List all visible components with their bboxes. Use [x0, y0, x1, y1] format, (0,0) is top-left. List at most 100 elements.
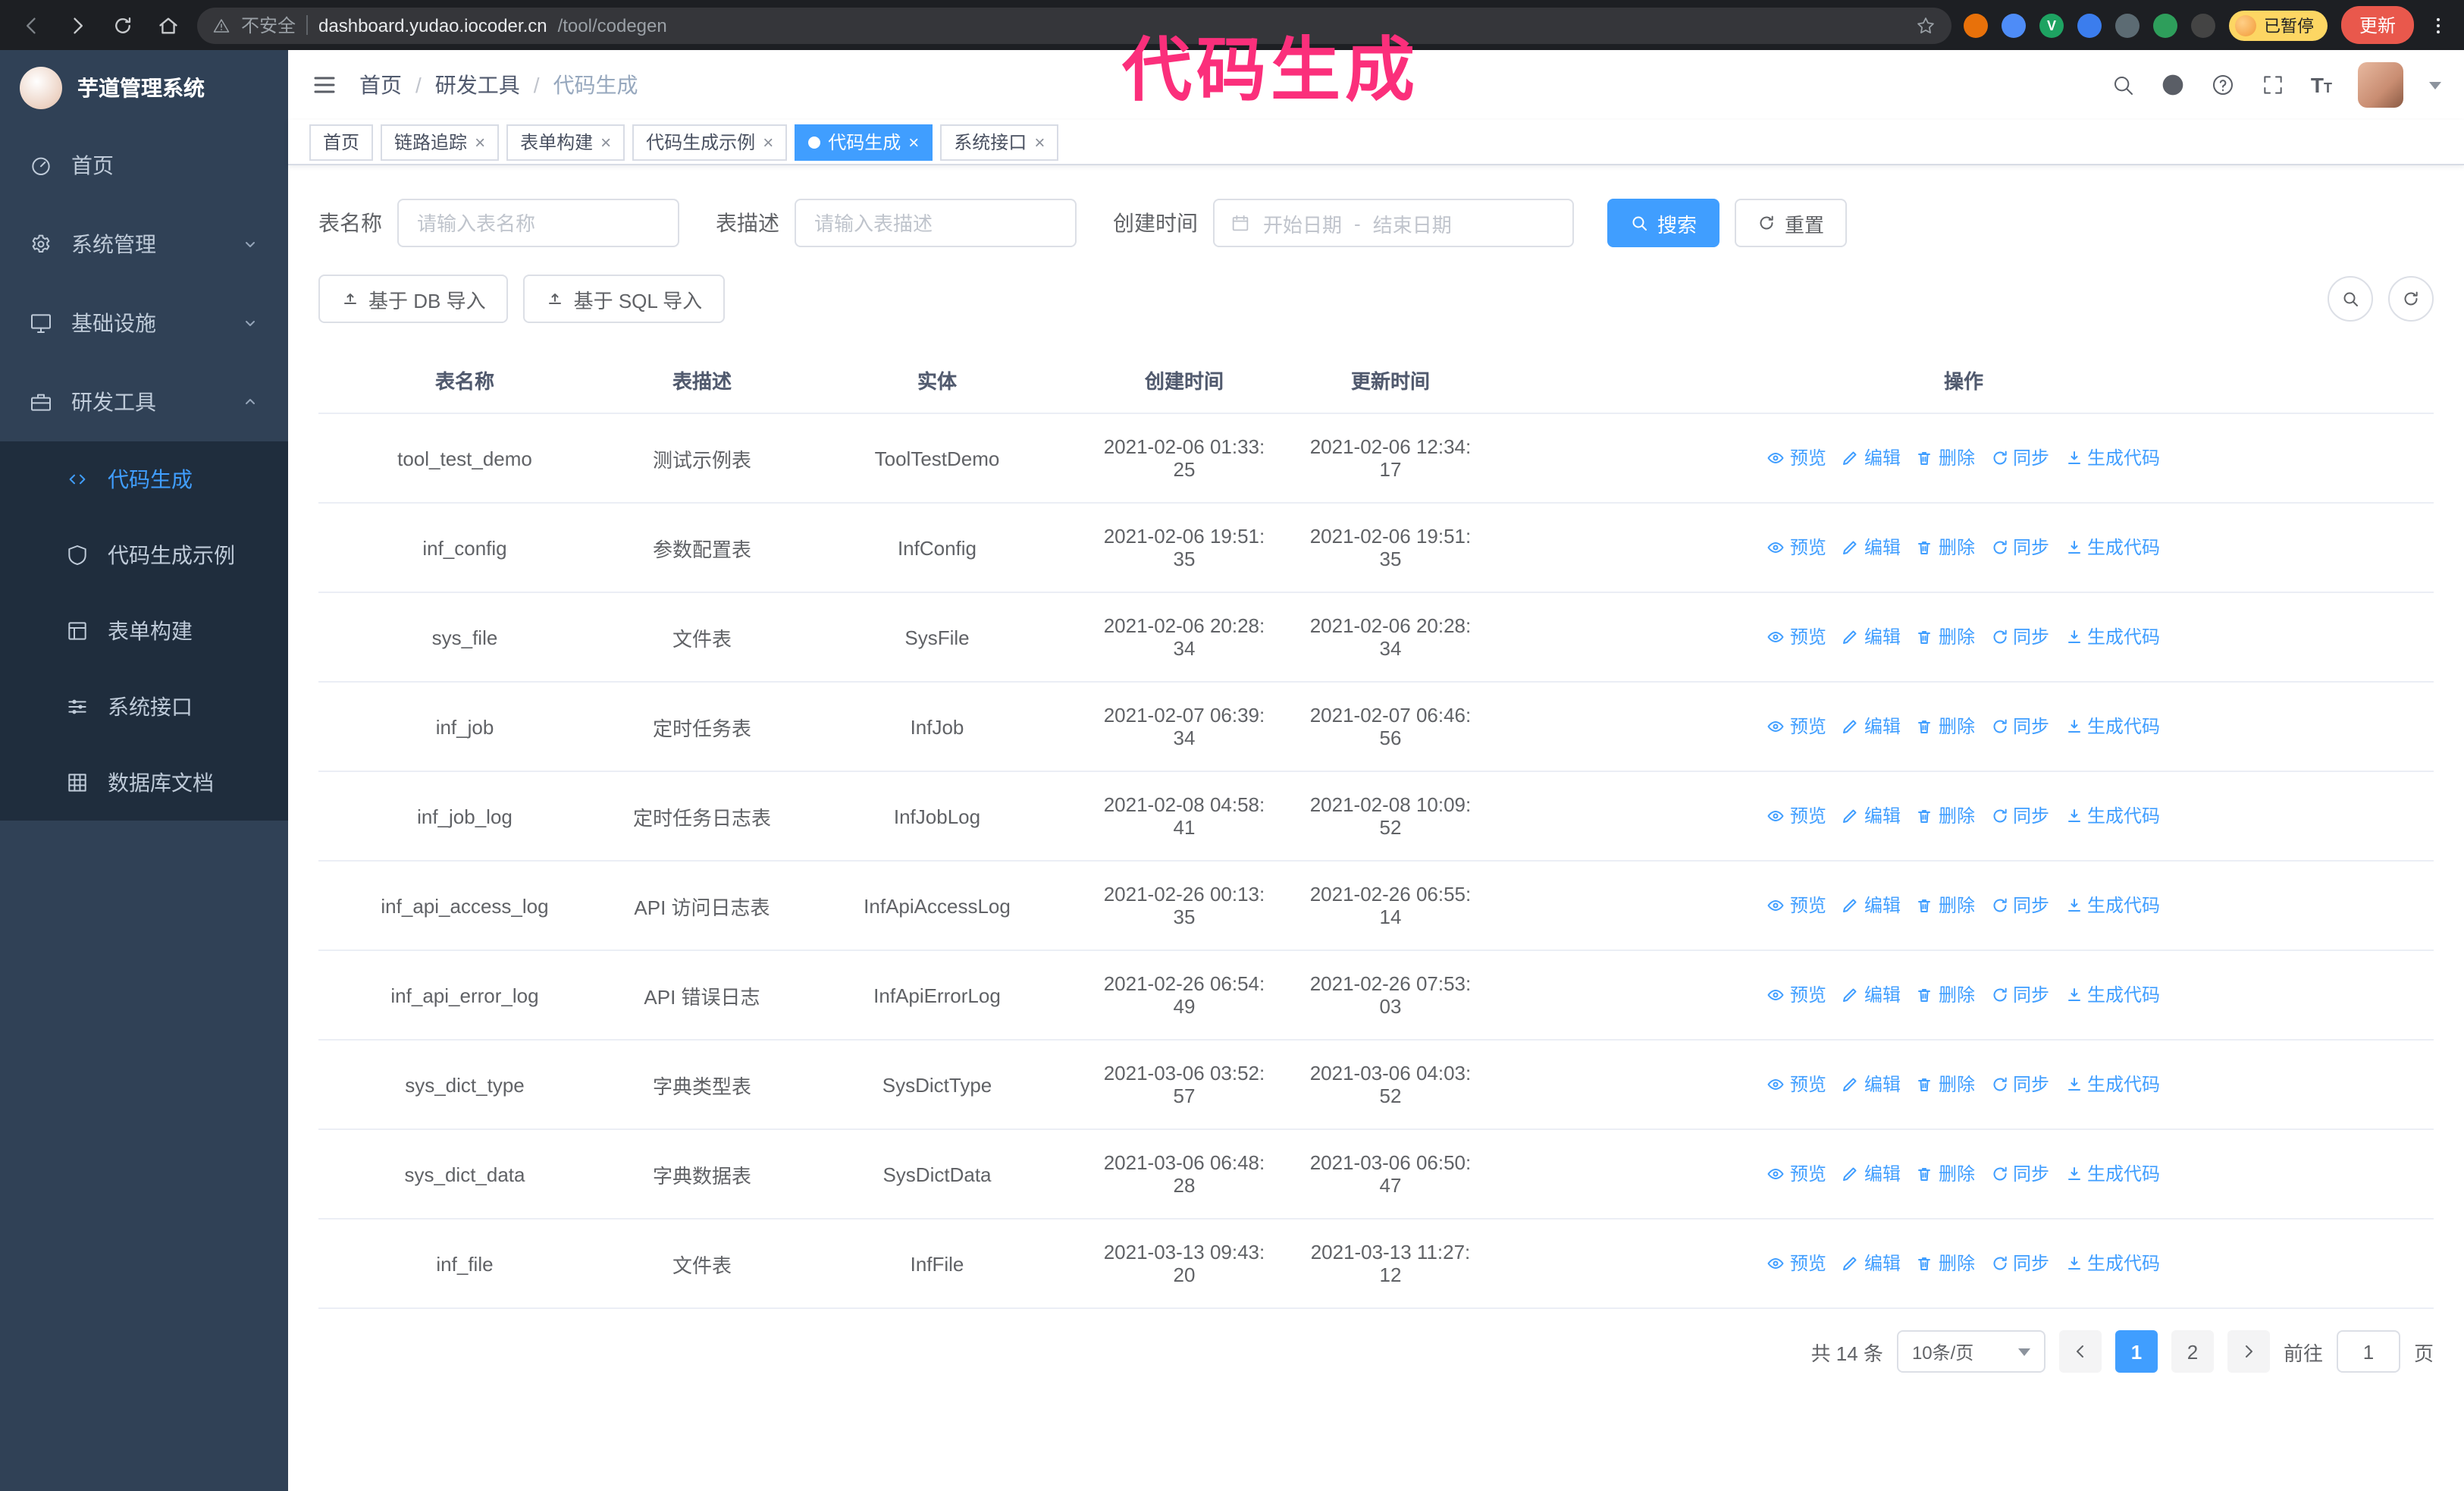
edit-link[interactable]: 编辑: [1842, 714, 1901, 739]
github-icon[interactable]: [2161, 73, 2185, 97]
close-icon[interactable]: ×: [908, 133, 919, 151]
close-icon[interactable]: ×: [600, 133, 611, 151]
edit-link[interactable]: 编辑: [1842, 893, 1901, 918]
toggle-search-button[interactable]: [2328, 276, 2373, 322]
close-icon[interactable]: ×: [763, 133, 773, 151]
preview-link[interactable]: 预览: [1767, 445, 1826, 471]
tag-form-builder[interactable]: 表单构建 ×: [506, 124, 625, 160]
prev-page-button[interactable]: [2058, 1330, 2102, 1373]
avatar[interactable]: [2358, 62, 2403, 108]
edit-link[interactable]: 编辑: [1842, 445, 1901, 471]
sync-link[interactable]: 同步: [1990, 1161, 2049, 1187]
paused-extension-chip[interactable]: 已暂停: [2228, 10, 2328, 40]
generate-code-link[interactable]: 生成代码: [2064, 714, 2160, 739]
preview-link[interactable]: 预览: [1767, 714, 1826, 739]
update-browser-button[interactable]: 更新: [2340, 6, 2414, 44]
hamburger-icon[interactable]: [311, 71, 338, 99]
edit-link[interactable]: 编辑: [1842, 1251, 1901, 1276]
import-sql-button[interactable]: 基于 SQL 导入: [523, 275, 726, 323]
delete-link[interactable]: 删除: [1916, 803, 1975, 829]
extension-icon-green-v[interactable]: V: [2039, 13, 2064, 37]
tag-tracing[interactable]: 链路追踪 ×: [381, 124, 500, 160]
search-button[interactable]: 搜索: [1607, 199, 1720, 247]
sync-link[interactable]: 同步: [1990, 535, 2049, 560]
tag-codegen[interactable]: 代码生成 ×: [795, 124, 933, 160]
extension-icon-orange[interactable]: [1963, 13, 1988, 37]
generate-code-link[interactable]: 生成代码: [2064, 1251, 2160, 1276]
delete-link[interactable]: 删除: [1916, 714, 1975, 739]
table-desc-input[interactable]: [795, 199, 1077, 247]
delete-link[interactable]: 删除: [1916, 893, 1975, 918]
tag-codegen-example[interactable]: 代码生成示例 ×: [632, 124, 788, 160]
extensions-puzzle-icon[interactable]: [2190, 13, 2215, 37]
date-range-picker[interactable]: 开始日期 - 结束日期: [1213, 199, 1574, 247]
page-size-select[interactable]: 10条/页: [1896, 1330, 2045, 1373]
edit-link[interactable]: 编辑: [1842, 982, 1901, 1008]
edit-link[interactable]: 编辑: [1842, 1072, 1901, 1097]
sidebar-item-devtools[interactable]: 研发工具: [0, 363, 288, 441]
preview-link[interactable]: 预览: [1767, 803, 1826, 829]
delete-link[interactable]: 删除: [1916, 1161, 1975, 1187]
tag-home[interactable]: 首页: [309, 124, 374, 160]
preview-link[interactable]: 预览: [1767, 982, 1826, 1008]
preview-link[interactable]: 预览: [1767, 1072, 1826, 1097]
page-button-1[interactable]: 1: [2114, 1330, 2158, 1373]
extension-icon-leaf[interactable]: [2152, 13, 2177, 37]
browser-menu-icon[interactable]: [2428, 14, 2449, 36]
delete-link[interactable]: 删除: [1916, 624, 1975, 650]
font-size-icon[interactable]: TT: [2311, 73, 2332, 97]
sidebar-item-system-api[interactable]: 系统接口: [0, 669, 288, 745]
page-button-2[interactable]: 2: [2171, 1330, 2214, 1373]
sidebar-item-home[interactable]: 首页: [0, 126, 288, 205]
generate-code-link[interactable]: 生成代码: [2064, 535, 2160, 560]
preview-link[interactable]: 预览: [1767, 1251, 1826, 1276]
breadcrumb-home[interactable]: 首页: [359, 70, 402, 100]
breadcrumb-devtools[interactable]: 研发工具: [435, 70, 520, 100]
sidebar-item-system[interactable]: 系统管理: [0, 205, 288, 284]
back-icon[interactable]: [15, 8, 49, 42]
generate-code-link[interactable]: 生成代码: [2064, 1072, 2160, 1097]
help-icon[interactable]: [2211, 73, 2235, 97]
generate-code-link[interactable]: 生成代码: [2064, 893, 2160, 918]
sync-link[interactable]: 同步: [1990, 624, 2049, 650]
tag-system-api[interactable]: 系统接口 ×: [940, 124, 1059, 160]
next-page-button[interactable]: [2227, 1330, 2270, 1373]
edit-link[interactable]: 编辑: [1842, 1161, 1901, 1187]
generate-code-link[interactable]: 生成代码: [2064, 445, 2160, 471]
close-icon[interactable]: ×: [1034, 133, 1045, 151]
preview-link[interactable]: 预览: [1767, 624, 1826, 650]
forward-icon[interactable]: [61, 8, 94, 42]
edit-link[interactable]: 编辑: [1842, 624, 1901, 650]
reset-button[interactable]: 重置: [1735, 199, 1848, 247]
sidebar-item-codegen[interactable]: 代码生成: [0, 441, 288, 517]
generate-code-link[interactable]: 生成代码: [2064, 982, 2160, 1008]
bookmark-star-icon[interactable]: [1915, 14, 1936, 36]
preview-link[interactable]: 预览: [1767, 535, 1826, 560]
address-bar[interactable]: 不安全 dashboard.yudao.iocoder.cn/tool/code…: [197, 7, 1951, 43]
sync-link[interactable]: 同步: [1990, 893, 2049, 918]
delete-link[interactable]: 删除: [1916, 982, 1975, 1008]
chevron-down-icon[interactable]: [2429, 81, 2441, 89]
sync-link[interactable]: 同步: [1990, 714, 2049, 739]
sync-link[interactable]: 同步: [1990, 982, 2049, 1008]
sync-link[interactable]: 同步: [1990, 1251, 2049, 1276]
sidebar-item-infra[interactable]: 基础设施: [0, 284, 288, 363]
sync-link[interactable]: 同步: [1990, 803, 2049, 829]
sync-link[interactable]: 同步: [1990, 1072, 2049, 1097]
fullscreen-icon[interactable]: [2261, 73, 2285, 97]
generate-code-link[interactable]: 生成代码: [2064, 803, 2160, 829]
goto-page-input[interactable]: [2336, 1330, 2400, 1373]
refresh-table-button[interactable]: [2388, 276, 2434, 322]
preview-link[interactable]: 预览: [1767, 893, 1826, 918]
delete-link[interactable]: 删除: [1916, 535, 1975, 560]
edit-link[interactable]: 编辑: [1842, 535, 1901, 560]
delete-link[interactable]: 删除: [1916, 1251, 1975, 1276]
generate-code-link[interactable]: 生成代码: [2064, 1161, 2160, 1187]
search-icon[interactable]: [2111, 73, 2135, 97]
import-db-button[interactable]: 基于 DB 导入: [318, 275, 509, 323]
home-icon[interactable]: [152, 8, 185, 42]
sidebar-item-db-doc[interactable]: 数据库文档: [0, 745, 288, 821]
edit-link[interactable]: 编辑: [1842, 803, 1901, 829]
sidebar-item-codegen-example[interactable]: 代码生成示例: [0, 517, 288, 593]
sync-link[interactable]: 同步: [1990, 445, 2049, 471]
